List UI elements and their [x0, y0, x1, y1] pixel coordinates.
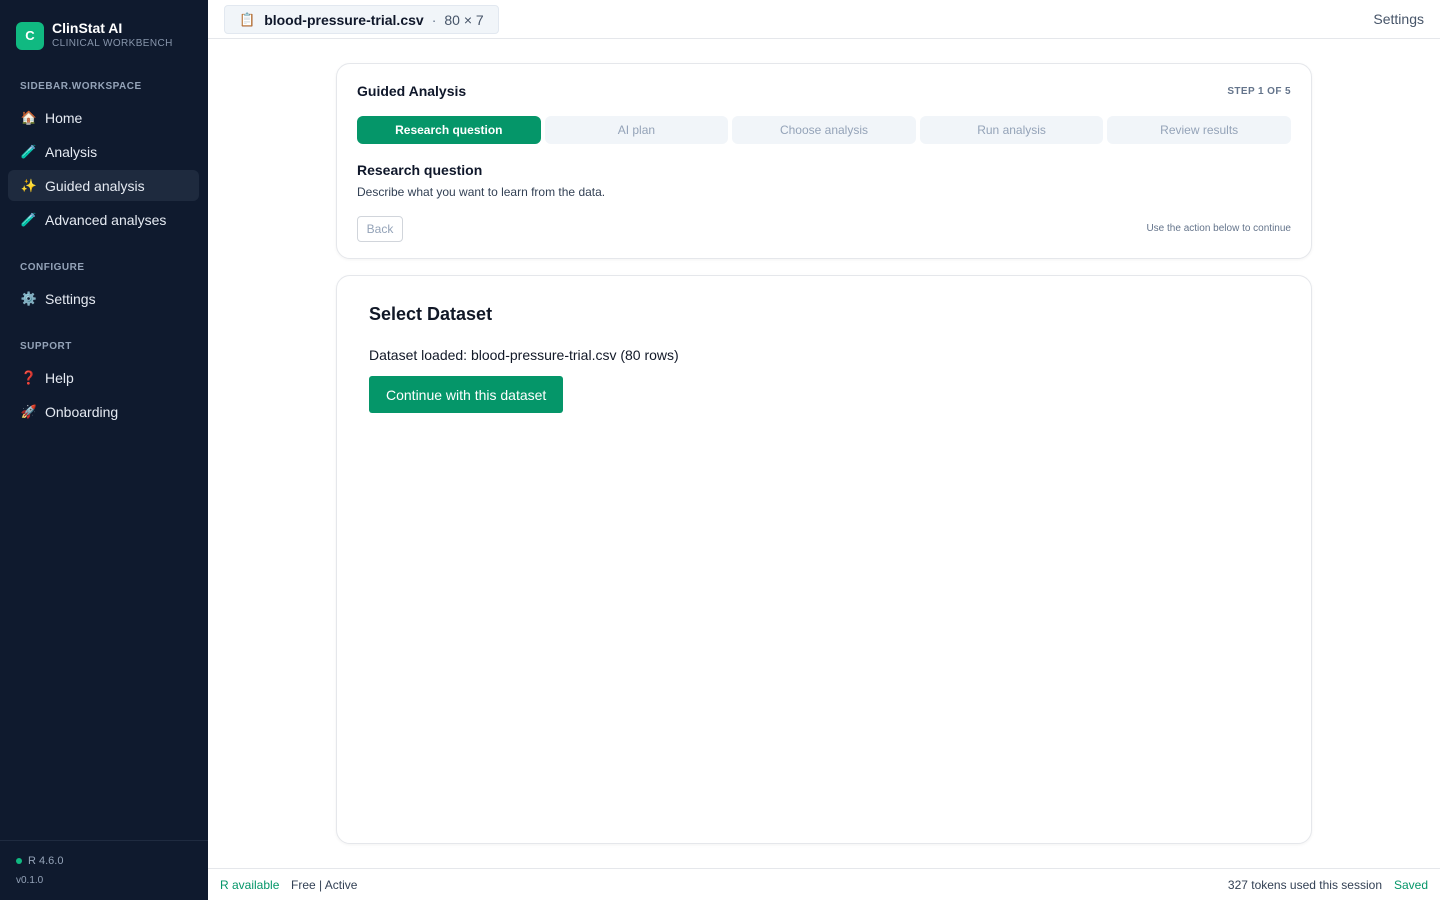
dataset-file-chip[interactable]: 📋 blood-pressure-trial.csv · 80 × 7 — [224, 5, 499, 34]
dataset-loaded-text: Dataset loaded: blood-pressure-trial.csv… — [369, 347, 679, 363]
step-choose-analysis[interactable]: Choose analysis — [732, 116, 916, 144]
select-dataset-card: Select Dataset Dataset loaded: blood-pre… — [336, 275, 1312, 844]
continue-hint: Use the action below to continue — [1146, 223, 1291, 234]
app-version: v0.1.0 — [16, 875, 44, 886]
section-label-support: SUPPORT — [20, 341, 72, 352]
brand-subtitle: CLINICAL WORKBENCH — [52, 38, 173, 49]
brand: C ClinStat AI CLINICAL WORKBENCH — [16, 20, 173, 51]
guided-analysis-stepper-card: Guided Analysis STEP 1 OF 5 Research que… — [336, 63, 1312, 259]
step-heading: Research question — [357, 162, 483, 178]
step-review-results[interactable]: Review results — [1107, 116, 1291, 144]
sidebar-item-advanced-analyses[interactable]: 🧪 Advanced analyses — [8, 204, 199, 235]
sidebar-item-settings[interactable]: ⚙️ Settings — [8, 283, 199, 314]
dataset-dimensions: 80 × 7 — [444, 11, 484, 28]
top-settings-link[interactable]: Settings — [1373, 11, 1424, 27]
file-separator: · — [431, 11, 437, 28]
sidebar-footer: R 4.6.0 v0.1.0 — [0, 840, 208, 900]
question-mark-icon: ❓ — [20, 369, 38, 385]
clipboard-icon: 📋 — [239, 11, 256, 27]
sidebar: C ClinStat AI CLINICAL WORKBENCH SIDEBAR… — [0, 0, 208, 900]
home-icon: 🏠 — [20, 109, 38, 125]
brand-title: ClinStat AI — [52, 20, 123, 36]
step-research-question[interactable]: Research question — [357, 116, 541, 144]
r-availability-status: R available — [220, 878, 280, 892]
brand-logo: C — [16, 21, 44, 50]
sidebar-item-label: Settings — [45, 290, 96, 307]
step-ai-plan[interactable]: AI plan — [544, 116, 729, 144]
sparkles-icon: ✨ — [20, 177, 38, 193]
sidebar-item-label: Guided analysis — [45, 177, 145, 194]
sidebar-item-label: Analysis — [45, 143, 98, 160]
token-usage: 327 tokens used this session — [1227, 878, 1382, 892]
sidebar-item-label: Advanced analyses — [45, 211, 167, 228]
test-tube-icon: 🧪 — [20, 143, 38, 159]
continue-with-dataset-button[interactable]: Continue with this dataset — [369, 376, 564, 413]
sidebar-item-help[interactable]: ❓ Help — [8, 362, 199, 393]
status-bar: R available Free | Active 327 tokens use… — [208, 868, 1440, 900]
back-button[interactable]: Back — [357, 216, 403, 242]
gear-icon: ⚙️ — [20, 290, 38, 306]
step-run-analysis[interactable]: Run analysis — [919, 116, 1104, 144]
r-version-status: R 4.6.0 — [16, 855, 63, 867]
dataset-file-name: blood-pressure-trial.csv — [264, 11, 424, 28]
sidebar-item-onboarding[interactable]: 🚀 Onboarding — [8, 396, 199, 427]
r-version-label: R 4.6.0 — [28, 855, 64, 867]
stepper-title: Guided Analysis — [357, 83, 467, 99]
step-indicator: STEP 1 OF 5 — [1227, 86, 1291, 97]
section-label-workspace: SIDEBAR.WORKSPACE — [20, 81, 142, 92]
sidebar-item-label: Onboarding — [45, 403, 119, 420]
sidebar-item-guided-analysis[interactable]: ✨ Guided analysis — [8, 170, 199, 201]
step-tabs: Research question AI plan Choose analysi… — [357, 116, 1291, 144]
test-tube-icon: 🧪 — [20, 211, 38, 227]
status-dot-icon — [16, 858, 22, 864]
sidebar-item-label: Home — [45, 109, 83, 126]
sidebar-item-home[interactable]: 🏠 Home — [8, 102, 199, 133]
select-dataset-title: Select Dataset — [369, 304, 493, 324]
sidebar-item-label: Help — [45, 369, 74, 386]
save-status: Saved — [1393, 878, 1428, 892]
step-description: Describe what you want to learn from the… — [357, 185, 606, 199]
sidebar-item-analysis[interactable]: 🧪 Analysis — [8, 136, 199, 167]
topbar: 📋 blood-pressure-trial.csv · 80 × 7 Sett… — [208, 0, 1440, 39]
rocket-icon: 🚀 — [20, 403, 38, 419]
brand-text: ClinStat AI CLINICAL WORKBENCH — [52, 20, 173, 51]
plan-status: Free | Active — [291, 878, 358, 892]
section-label-configure: CONFIGURE — [20, 262, 85, 273]
